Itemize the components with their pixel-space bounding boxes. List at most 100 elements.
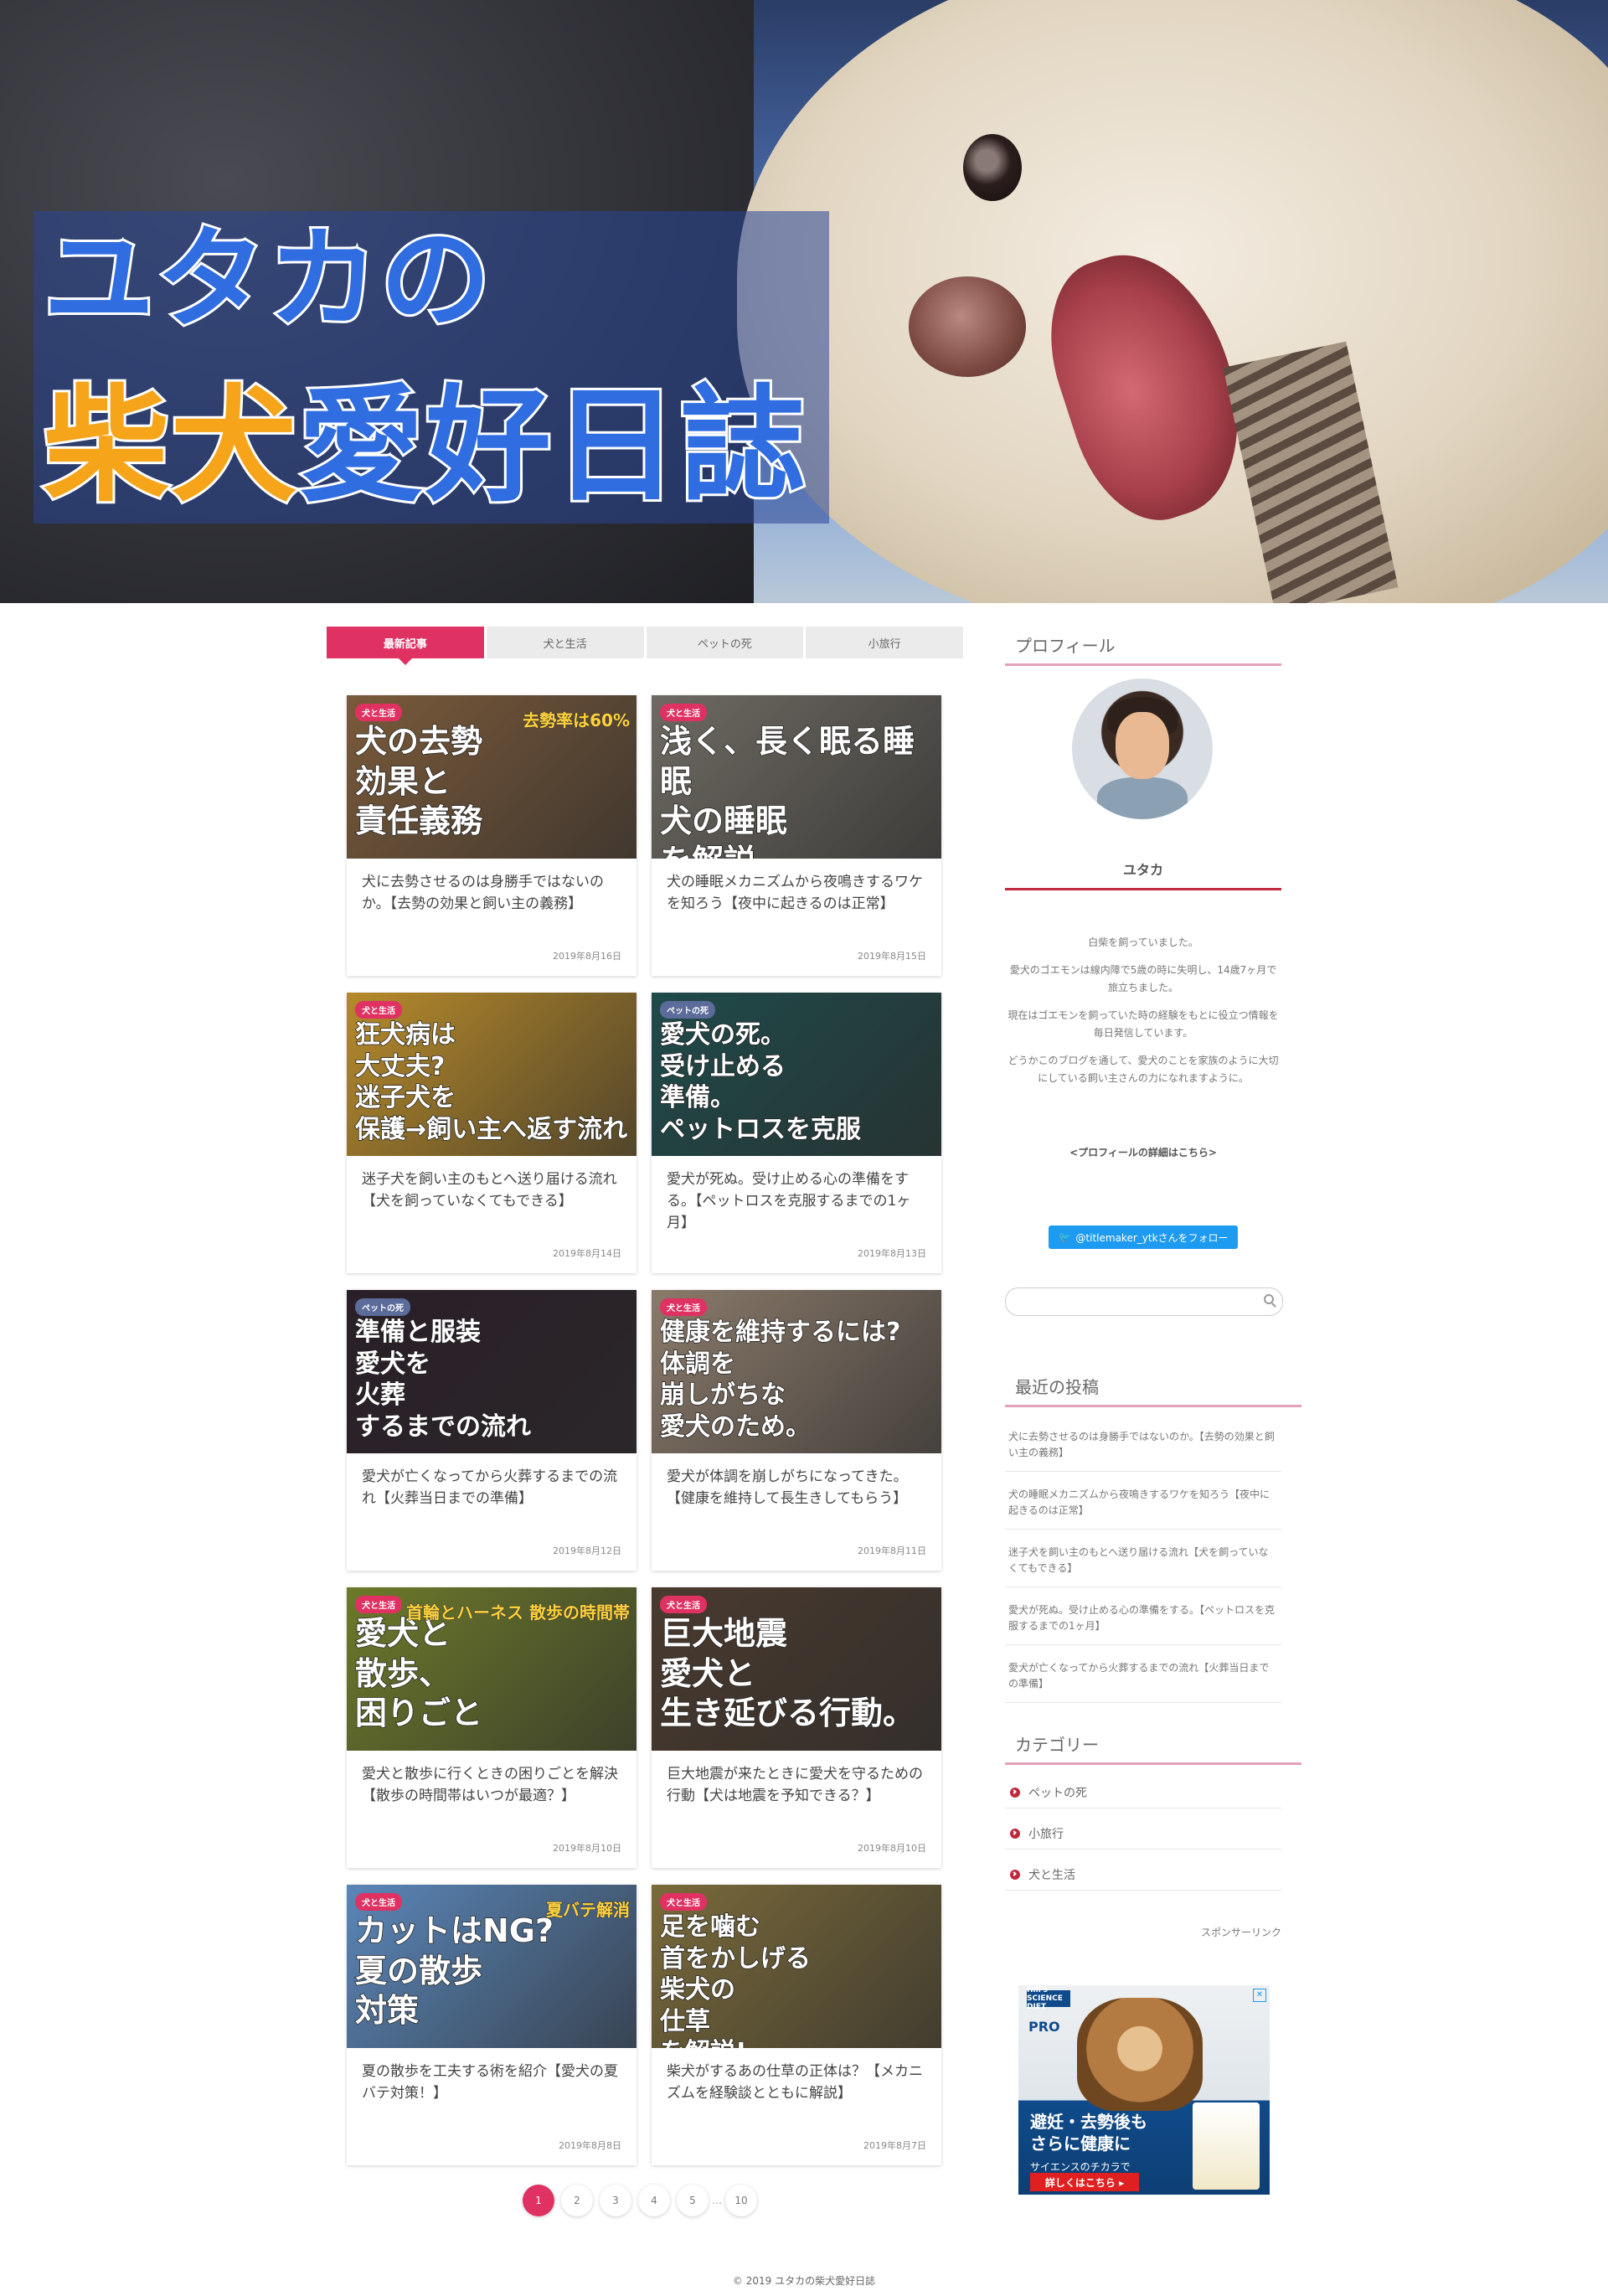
- thumbnail-caption: 狂犬病は 大丈夫? 迷子犬を 保護→飼い主へ返す流れ: [354, 1019, 628, 1144]
- article-title[interactable]: 犬に去勢させるのは身勝手ではないのか。【去勢の効果と飼い主の義務】: [362, 871, 621, 915]
- ad-cta-button[interactable]: 詳しくはこちら ▸: [1030, 2173, 1139, 2191]
- article-card[interactable]: 愛犬の死。 受け止める 準備。 ペットロスを克服 ペットの死 愛犬が死ぬ。受け止める…: [652, 993, 941, 1273]
- article-date: 2019年8月13日: [858, 1248, 926, 1259]
- article-title[interactable]: 夏の散歩を工夫する術を紹介【愛犬の夏バテ対策！】: [362, 2061, 621, 2104]
- tab-dog-life[interactable]: 犬と生活: [486, 627, 644, 658]
- hero-dog-nose: [909, 276, 1026, 377]
- advertisement[interactable]: Hill's SCIENCE DIET PRO ✕ 避妊・去勢後も さらに健康に…: [1018, 1985, 1270, 2195]
- article-tabs: 最新記事 犬と生活 ペットの死 小旅行: [327, 627, 963, 665]
- hero-title-line1: ユタカの: [41, 215, 493, 344]
- article-title[interactable]: 巨大地震が来たときに愛犬を守るための行動【犬は地震を予知できる？】: [667, 1763, 926, 1807]
- article-card[interactable]: 足を噛む 首をかしげる 柴犬の 仕草 を解説!犬と生活柴犬がするあの仕草の正体は…: [652, 1885, 941, 2165]
- recent-posts-heading: 最近の投稿: [1005, 1374, 1301, 1407]
- article-date: 2019年8月10日: [553, 1843, 621, 1854]
- category-label: 犬と生活: [1028, 1869, 1075, 1882]
- chevron-right-icon: [1010, 1870, 1020, 1880]
- article-card[interactable]: カットはNG? 夏の散歩 対策 犬と生活 夏バテ解消 夏の散歩を工夫する術を紹介【愛犬…: [347, 1885, 636, 2165]
- article-title[interactable]: 愛犬が体調を崩しがちになってきた。【健康を維持して長生きしてもらう】: [667, 1466, 926, 1509]
- ad-dog-image: [1077, 1998, 1203, 2111]
- article-title[interactable]: 愛犬が亡くなってから火葬するまでの流れ【火葬当日までの準備】: [362, 1466, 621, 1509]
- search-input[interactable]: [1016, 1288, 1254, 1315]
- category-badge: 犬と生活: [355, 704, 402, 721]
- footer-copyright: © 2019 ユタカの柴犬愛好日誌: [732, 2275, 876, 2287]
- category-item-pet-death[interactable]: ペットの死: [1005, 1777, 1281, 1808]
- category-badge: 犬と生活: [660, 1893, 707, 1911]
- category-list: ペットの死 小旅行 犬と生活: [1005, 1777, 1281, 1901]
- pagination: 1 2 3 4 5 … 10: [523, 2185, 757, 2216]
- article-thumbnail: 愛犬と 散歩、 困りごと 犬と生活 首輪とハーネス 散歩の時間帯: [347, 1587, 636, 1751]
- thumbnail-caption: 愛犬と 散歩、 困りごと: [354, 1614, 483, 1731]
- page-2-button[interactable]: 2: [561, 2185, 593, 2216]
- article-date: 2019年8月15日: [858, 951, 926, 962]
- category-item-short-trip[interactable]: 小旅行: [1005, 1819, 1281, 1850]
- article-card[interactable]: 犬の去勢 効果と 責任義務 犬と生活 去勢率は60% 犬に去勢させるのは身勝手ではない…: [347, 695, 636, 976]
- tab-pet-death[interactable]: ペットの死: [646, 627, 804, 658]
- profile-heading: プロフィール: [1005, 632, 1281, 666]
- tab-latest[interactable]: 最新記事: [327, 627, 484, 665]
- hero-title-line2: 柴犬愛好日誌: [41, 381, 808, 512]
- article-card[interactable]: 巨大地震 愛犬と 生き延びる行動。 犬と生活巨大地震が来たときに愛犬を守るための行…: [652, 1587, 941, 1868]
- thumbnail-caption: 巨大地震 愛犬と 生き延びる行動。: [659, 1614, 915, 1731]
- search-box: [1005, 1287, 1283, 1316]
- profile-paragraph: 現在はゴエモンを飼っていた時の経験をもとに役立つ情報を毎日発信しています。: [1008, 1009, 1279, 1039]
- thumbnail-caption: 浅く、長く眠る睡眠 犬の睡眠 を解説。: [659, 722, 915, 859]
- tab-short-trip[interactable]: 小旅行: [806, 627, 963, 658]
- ad-product-bag: [1193, 2103, 1260, 2190]
- category-badge: ペットの死: [355, 1298, 410, 1316]
- avatar-face: [1116, 712, 1169, 779]
- recent-post-link[interactable]: 迷子犬を飼い主のもとへ送り届ける流れ【犬を飼っていなくてもできる】: [1005, 1540, 1281, 1587]
- article-title[interactable]: 迷子犬を飼い主のもとへ送り届ける流れ【犬を飼っていなくてもできる】: [362, 1169, 621, 1212]
- article-date: 2019年8月16日: [553, 951, 621, 962]
- article-thumbnail: 巨大地震 愛犬と 生き延びる行動。 犬と生活: [652, 1587, 941, 1751]
- ad-subcopy: サイエンスのチカラで: [1030, 2161, 1131, 2173]
- article-card[interactable]: 準備と服装 愛犬を 火葬 するまでの流れ ペットの死愛犬が亡くなってから火葬するま…: [347, 1290, 636, 1571]
- page-5-button[interactable]: 5: [677, 2185, 709, 2216]
- ad-brand-logo: Hill's SCIENCE DIET: [1027, 1986, 1070, 2011]
- category-item-dog-life[interactable]: 犬と生活: [1005, 1860, 1281, 1891]
- article-date: 2019年8月8日: [559, 2140, 621, 2151]
- article-title[interactable]: 柴犬がするあの仕草の正体は？【メカニズムを経験談とともに解説】: [667, 2061, 926, 2104]
- ad-pro-label: PRO: [1028, 2019, 1060, 2035]
- sidebar: プロフィール ユタカ 白柴を飼っていました。 愛犬のゴエモンは線内障で5歳の時に…: [1005, 632, 1301, 2195]
- recent-post-link[interactable]: 愛犬が死ぬ。受け止める心の準備をする。【ペットロスを克服するまでの1ヶ月】: [1005, 1597, 1281, 1645]
- hero-title-orange: 柴犬: [41, 374, 299, 519]
- category-badge: 犬と生活: [660, 704, 707, 721]
- category-badge: 犬と生活: [355, 1001, 402, 1019]
- page-ellipsis: …: [712, 2195, 722, 2206]
- article-date: 2019年8月12日: [553, 1545, 621, 1556]
- twitter-follow-button[interactable]: 🐦 @titlemaker_ytkさんをフォロー: [1049, 1225, 1238, 1249]
- ad-close-icon[interactable]: ✕: [1253, 1989, 1266, 2002]
- article-thumbnail: 狂犬病は 大丈夫? 迷子犬を 保護→飼い主へ返す流れ 犬と生活: [347, 993, 636, 1156]
- article-date: 2019年8月11日: [858, 1545, 926, 1556]
- page-4-button[interactable]: 4: [638, 2185, 670, 2216]
- thumbnail-caption: カットはNG? 夏の散歩 対策: [354, 1912, 554, 2029]
- page-3-button[interactable]: 3: [600, 2185, 631, 2216]
- article-title[interactable]: 犬の睡眠メカニズムから夜鳴きするワケを知ろう【夜中に起きるのは正常】: [667, 871, 926, 915]
- chevron-right-icon: [1010, 1788, 1020, 1798]
- article-card[interactable]: 浅く、長く眠る睡眠 犬の睡眠 を解説。犬と生活犬の睡眠メカニズムから夜鳴きするワ…: [652, 695, 941, 976]
- avatar: [1072, 678, 1213, 819]
- search-icon[interactable]: [1264, 1294, 1274, 1304]
- recent-post-link[interactable]: 犬の睡眠メカニズムから夜鳴きするワケを知ろう【夜中に起きるのは正常】: [1005, 1482, 1281, 1530]
- article-card[interactable]: 健康を維持するには? 体調を 崩しがちな 愛犬のため。 犬と生活 愛犬が体調を崩しが…: [652, 1290, 941, 1571]
- article-card[interactable]: 愛犬と 散歩、 困りごと 犬と生活 首輪とハーネス 散歩の時間帯愛犬と散歩に行くとき…: [347, 1587, 636, 1868]
- category-heading: カテゴリー: [1005, 1731, 1301, 1765]
- category-badge: 犬と生活: [355, 1893, 402, 1911]
- recent-posts-list: 犬に去勢させるのは身勝手ではないのか。【去勢の効果と飼い主の義務】 犬の睡眠メカ…: [1005, 1424, 1281, 1713]
- article-card[interactable]: 狂犬病は 大丈夫? 迷子犬を 保護→飼い主へ返す流れ 犬と生活迷子犬を飼い主のもと…: [347, 993, 636, 1273]
- profile-paragraph: 愛犬のゴエモンは線内障で5歳の時に失明し、14歳7ヶ月で旅立ちました。: [1009, 964, 1277, 993]
- page-last-button[interactable]: 10: [725, 2185, 757, 2216]
- article-title[interactable]: 愛犬と散歩に行くときの困りごとを解決【散歩の時間帯はいつが最適？】: [362, 1763, 621, 1807]
- ad-copy: 避妊・去勢後も さらに健康に: [1030, 2112, 1147, 2154]
- category-badge: 犬と生活: [355, 1596, 402, 1613]
- recent-post-link[interactable]: 犬に去勢させるのは身勝手ではないのか。【去勢の効果と飼い主の義務】: [1005, 1424, 1281, 1472]
- hero-dog-eye: [963, 134, 1022, 201]
- twitter-bird-icon: 🐦: [1058, 1231, 1071, 1243]
- article-thumbnail: 足を噛む 首をかしげる 柴犬の 仕草 を解説!犬と生活: [652, 1885, 941, 2048]
- profile-detail-link[interactable]: <プロフィールの詳細はこちら>: [1005, 1145, 1281, 1159]
- page-1-button[interactable]: 1: [523, 2185, 554, 2216]
- article-thumbnail: 準備と服装 愛犬を 火葬 するまでの流れ ペットの死: [347, 1290, 636, 1453]
- article-date: 2019年8月7日: [863, 2140, 926, 2151]
- recent-post-link[interactable]: 愛犬が亡くなってから火葬するまでの流れ【火葬当日までの準備】: [1005, 1655, 1281, 1703]
- article-title[interactable]: 愛犬が死ぬ。受け止める心の準備をする。【ペットロスを克服するまでの1ヶ月】: [667, 1169, 926, 1234]
